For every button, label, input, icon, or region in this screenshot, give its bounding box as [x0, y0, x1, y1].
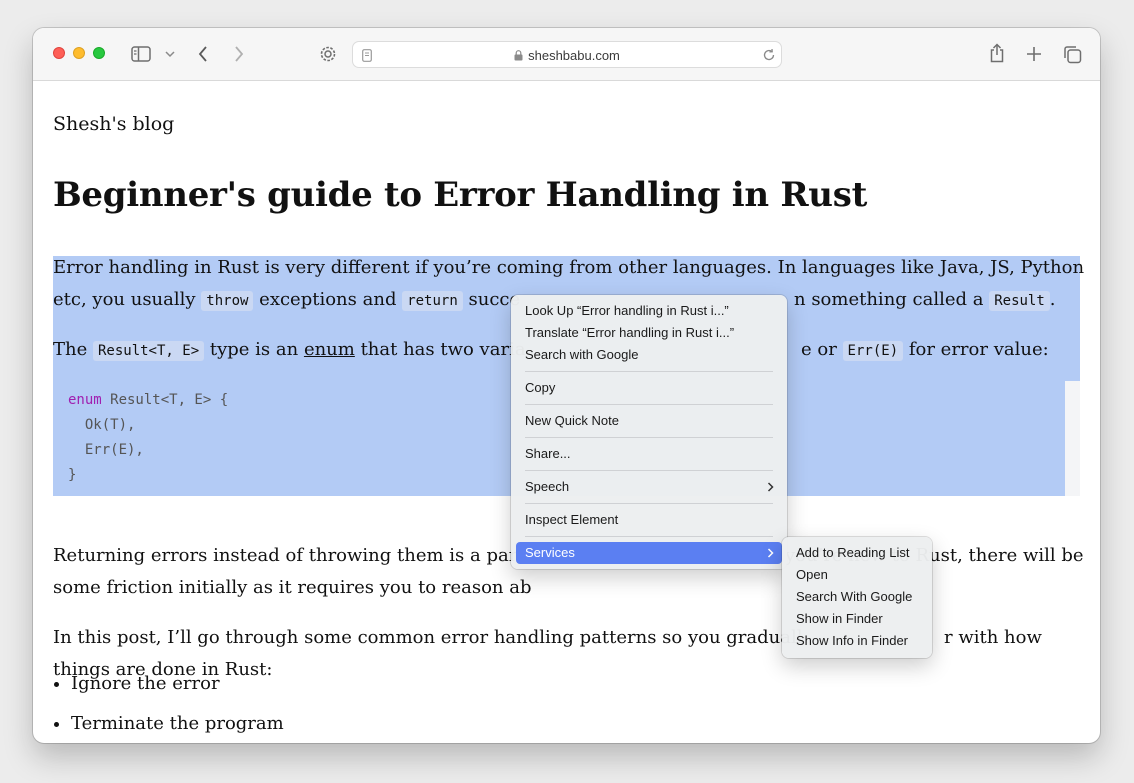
- url-label: sheshbabu.com: [528, 48, 620, 63]
- menu-item-label: Speech: [525, 479, 570, 494]
- settings-icon[interactable]: [317, 43, 339, 65]
- post-title: Beginner's guide to Error Handling in Ru…: [53, 175, 867, 215]
- submenu-item-search-with-google[interactable]: Search With Google: [787, 586, 927, 608]
- text: .: [1049, 289, 1056, 310]
- text: n something called a: [794, 289, 990, 310]
- services-submenu: Add to Reading List Open Search With Goo…: [782, 537, 932, 658]
- text: In this post, I’ll go through some commo…: [53, 627, 803, 648]
- enum-link[interactable]: enum: [304, 339, 355, 360]
- code-line-4: }: [68, 467, 77, 483]
- code-block-edge: [1065, 381, 1080, 496]
- paragraph-4-line-1: In this post, I’ll go through some commo…: [53, 622, 803, 654]
- menu-item-copy[interactable]: Copy: [516, 377, 782, 399]
- code-line-3: Err(E),: [68, 442, 144, 458]
- menu-item-share[interactable]: Share...: [516, 443, 782, 465]
- code-line-1: Result<T, E> {: [101, 392, 229, 408]
- inline-code-throw: throw: [201, 291, 254, 311]
- reload-icon[interactable]: [761, 47, 777, 63]
- menu-item-new-quick-note[interactable]: New Quick Note: [516, 410, 782, 432]
- submenu-item-open[interactable]: Open: [787, 564, 927, 586]
- inline-code-result-te: Result<T, E>: [92, 341, 205, 361]
- submenu-item-show-in-finder[interactable]: Show in Finder: [787, 608, 927, 630]
- inline-code-return: return: [402, 291, 463, 311]
- menu-separator: [525, 371, 773, 372]
- submenu-item-show-info-in-finder[interactable]: Show Info in Finder: [787, 630, 927, 652]
- paragraph-1-line-1: Error handling in Rust is very different…: [53, 252, 1084, 284]
- text: e or: [801, 339, 843, 360]
- text: Returning errors instead of throwing the…: [53, 545, 540, 566]
- code-block: enum Result<T, E> { Ok(T), Err(E), }: [68, 388, 228, 488]
- text: type is an: [204, 339, 304, 360]
- inline-code-err: Err(E): [842, 341, 904, 361]
- menu-separator: [525, 404, 773, 405]
- context-menu: Look Up “Error handling in Rust i...” Tr…: [511, 295, 787, 569]
- close-window-button[interactable]: [53, 47, 65, 59]
- chevron-right-icon: [767, 542, 774, 571]
- text: Error handling in Rust is very different…: [53, 257, 1085, 278]
- paragraph-3-line-1: Returning errors instead of throwing the…: [53, 540, 540, 572]
- submenu-item-add-to-reading-list[interactable]: Add to Reading List: [787, 542, 927, 564]
- text: some friction initially as it requires y…: [53, 577, 532, 598]
- sidebar-icon[interactable]: [130, 44, 152, 64]
- share-icon[interactable]: [987, 41, 1007, 65]
- list-item: Ignore the error: [71, 664, 284, 704]
- menu-item-label: Services: [525, 545, 575, 560]
- paragraph-3-line-2: some friction initially as it requires y…: [53, 572, 532, 604]
- paragraph-1-line-2: etc, you usually throw exceptions and re…: [53, 284, 520, 317]
- chevron-right-icon: [767, 476, 774, 505]
- text: etc, you usually: [53, 289, 202, 310]
- menu-item-inspect-element[interactable]: Inspect Element: [516, 509, 782, 531]
- site-title[interactable]: Shesh's blog: [53, 113, 174, 135]
- lock-icon: [514, 49, 523, 64]
- forward-icon[interactable]: [231, 43, 247, 65]
- bullet-list: Ignore the error Terminate the program: [71, 664, 284, 743]
- paragraph-2-tail: e or Err(E) for error value:: [801, 334, 1049, 367]
- address-bar[interactable]: sheshbabu.com: [352, 41, 782, 68]
- menu-item-speech[interactable]: Speech: [516, 476, 782, 498]
- zoom-window-button[interactable]: [93, 47, 105, 59]
- text: r with how: [944, 627, 1042, 648]
- menu-separator: [525, 536, 773, 537]
- code-keyword: enum: [68, 392, 102, 408]
- paragraph-4-line-1-tail: r with how: [944, 622, 1042, 654]
- inline-code-result: Result: [989, 291, 1050, 311]
- tab-overview-icon[interactable]: [1061, 43, 1083, 65]
- url-text: sheshbabu.com: [353, 48, 781, 64]
- menu-item-translate[interactable]: Translate “Error handling in Rust i...”: [516, 322, 782, 344]
- minimize-window-button[interactable]: [73, 47, 85, 59]
- code-line-2: Ok(T),: [68, 417, 136, 433]
- paragraph-1-line-2-tail: n something called a Result.: [794, 284, 1056, 317]
- menu-item-look-up[interactable]: Look Up “Error handling in Rust i...”: [516, 300, 782, 322]
- menu-item-services[interactable]: Services: [516, 542, 782, 564]
- menu-item-search-with-google[interactable]: Search with Google: [516, 344, 782, 366]
- text: for error value:: [903, 339, 1049, 360]
- text: exceptions and: [253, 289, 403, 310]
- menu-separator: [525, 503, 773, 504]
- paragraph-2: The Result<T, E> type is an enum that ha…: [53, 334, 526, 367]
- text: The: [53, 339, 93, 360]
- toolbar: sheshbabu.com: [33, 28, 1100, 81]
- back-icon[interactable]: [195, 43, 211, 65]
- menu-separator: [525, 470, 773, 471]
- menu-separator: [525, 437, 773, 438]
- list-item: Terminate the program: [71, 704, 284, 743]
- chevron-down-icon[interactable]: [164, 48, 176, 60]
- new-tab-icon[interactable]: [1024, 44, 1044, 64]
- text: that has two varia: [354, 339, 526, 360]
